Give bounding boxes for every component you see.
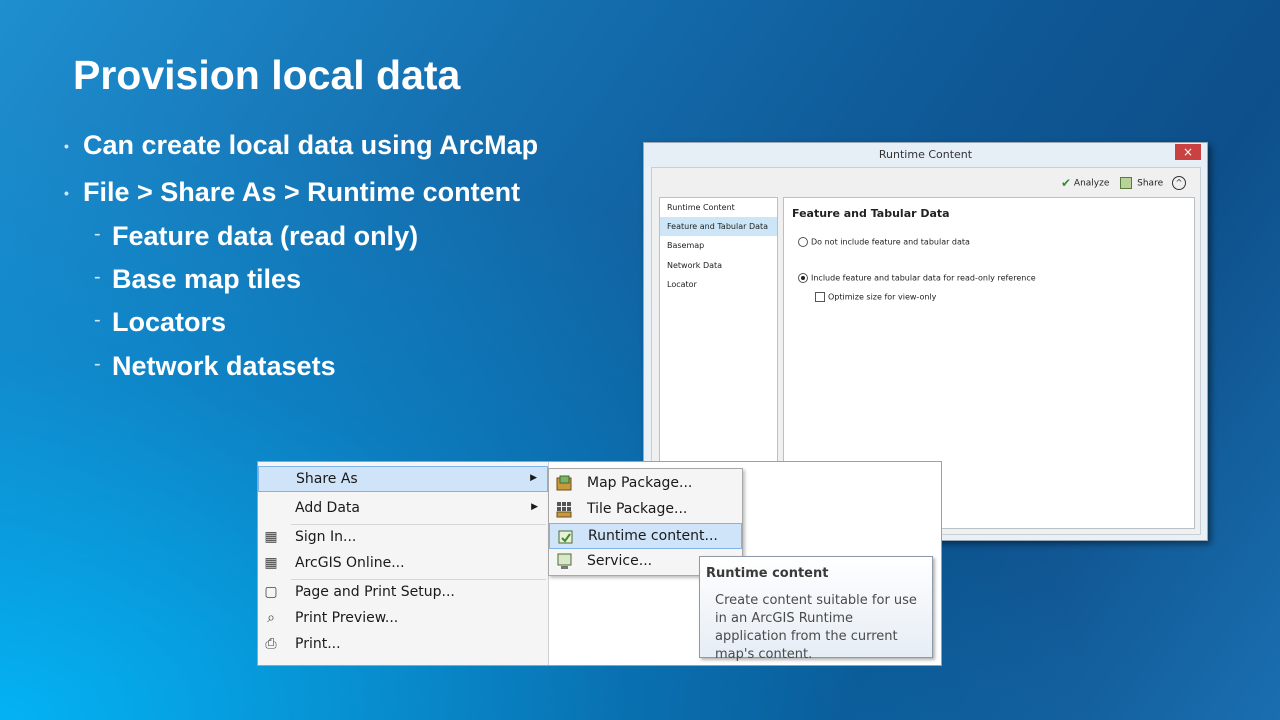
analyze-label: Analyze: [1073, 178, 1110, 189]
submenu-item-label: Map Package...: [587, 475, 693, 491]
nav-item-label: Network Data: [667, 261, 723, 270]
include-data-option[interactable]: Include feature and tabular data for rea…: [798, 273, 1036, 283]
close-button[interactable]: ×: [1175, 144, 1201, 160]
sub-bullet-text: Network datasets: [112, 351, 336, 381]
bullet-marker: •: [64, 185, 69, 201]
optimize-option[interactable]: Optimize size for view-only: [815, 292, 936, 302]
collapse-icon[interactable]: ^: [1172, 176, 1186, 190]
menu-item-label: Add Data: [295, 500, 360, 516]
submenu-item-map-package[interactable]: Map Package...: [549, 471, 742, 497]
sub-bullet-marker: -: [94, 309, 101, 331]
menu-item-add-data[interactable]: Add Data ▶: [258, 496, 548, 522]
tooltip-body: Create content suitable for use in an Ar…: [715, 593, 917, 662]
menu-item-label: ArcGIS Online...: [295, 555, 405, 571]
optimize-label: Optimize size for view-only: [828, 292, 937, 302]
close-icon: ×: [1182, 145, 1194, 159]
menu-item-arcgis-online[interactable]: ▦ ArcGIS Online...: [258, 551, 548, 577]
nav-item-label: Runtime Content: [667, 203, 735, 212]
grid-icon: ▦: [264, 529, 278, 545]
dialog-titlebar[interactable]: Runtime Content ×: [644, 143, 1207, 167]
dialog-title: Runtime Content: [878, 148, 973, 161]
menu-item-print-preview[interactable]: ⌕ Print Preview...: [258, 606, 548, 632]
nav-item-label: Locator: [667, 280, 697, 289]
sub-bullet-text: Locators: [112, 307, 227, 337]
menu-item-label: Print Preview...: [295, 610, 399, 626]
file-menu: Share As ▶ Add Data ▶ ▦ Sign In... ▦ Arc…: [258, 462, 549, 665]
bullet-marker: •: [64, 138, 69, 154]
printer-icon: ⎙: [265, 636, 277, 652]
submenu-item-label: Service...: [587, 553, 653, 569]
tooltip-title: Runtime content: [706, 566, 829, 581]
submenu-item-label: Runtime content...: [588, 528, 718, 544]
nav-item-locator[interactable]: Locator: [660, 275, 777, 294]
grid-icon: ▦: [264, 555, 278, 571]
sub-bullet-text: Base map tiles: [112, 264, 302, 294]
menu-item-sign-in[interactable]: ▦ Sign In...: [258, 525, 548, 551]
nav-item-label: Basemap: [667, 241, 705, 250]
file-menu-screenshot: Share As ▶ Add Data ▶ ▦ Sign In... ▦ Arc…: [257, 461, 942, 666]
checkmark-icon: ✔: [1060, 176, 1072, 190]
include-data-radio[interactable]: [798, 273, 808, 283]
nav-item-label: Feature and Tabular Data: [667, 222, 769, 231]
share-icon: [1120, 177, 1133, 189]
nav-item-network-data[interactable]: Network Data: [660, 256, 777, 275]
content-heading: Feature and Tabular Data: [792, 207, 950, 220]
sub-bullet-marker: -: [94, 353, 101, 375]
menu-item-share-as[interactable]: Share As ▶: [258, 466, 548, 492]
page-setup-icon: ▢: [264, 584, 278, 600]
include-data-label: Include feature and tabular data for rea…: [811, 273, 1036, 283]
submenu-arrow-icon: ▶: [530, 473, 537, 483]
bullet-text: Can create local data using ArcMap: [83, 130, 539, 160]
nav-item-runtime-content[interactable]: Runtime Content: [660, 198, 777, 217]
exclude-data-option[interactable]: Do not include feature and tabular data: [798, 237, 970, 247]
sub-bullet-marker: -: [94, 223, 101, 245]
menu-item-page-and-print-setup[interactable]: ▢ Page and Print Setup...: [258, 580, 548, 606]
slide-title: Provision local data: [73, 52, 461, 98]
exclude-data-label: Do not include feature and tabular data: [811, 237, 970, 247]
nav-item-basemap[interactable]: Basemap: [660, 236, 777, 255]
menu-item-label: Sign In...: [295, 529, 357, 545]
submenu-item-label: Tile Package...: [587, 501, 688, 517]
analyze-button[interactable]: ✔ Analyze: [1061, 176, 1109, 190]
dialog-toolbar: ✔ Analyze Share ^: [1053, 176, 1186, 190]
nav-item-feature-and-tabular-data[interactable]: Feature and Tabular Data: [660, 217, 777, 236]
menu-item-label: Print...: [295, 636, 341, 652]
submenu-arrow-icon: ▶: [531, 502, 538, 512]
menu-item-print[interactable]: ⎙ Print...: [258, 632, 548, 658]
menu-item-label: Share As: [296, 471, 358, 487]
share-label: Share: [1137, 178, 1164, 189]
tile-package-icon: [556, 502, 572, 518]
exclude-data-radio[interactable]: [798, 237, 808, 247]
print-preview-icon: ⌕: [267, 610, 275, 626]
menu-item-label: Page and Print Setup...: [295, 584, 455, 600]
optimize-checkbox[interactable]: [815, 292, 825, 302]
submenu-item-runtime-content[interactable]: Runtime content...: [549, 523, 742, 549]
runtime-content-tooltip: Runtime content Create content suitable …: [699, 556, 933, 662]
bullet-text: File > Share As > Runtime content: [83, 177, 521, 207]
submenu-item-tile-package[interactable]: Tile Package...: [549, 497, 742, 523]
runtime-content-icon: [558, 530, 573, 544]
sub-bullet-marker: -: [94, 266, 101, 288]
map-package-icon: [556, 475, 572, 491]
sub-bullet-text: Feature data (read only): [112, 221, 419, 251]
service-icon: [557, 553, 572, 569]
share-button[interactable]: Share: [1120, 177, 1163, 189]
